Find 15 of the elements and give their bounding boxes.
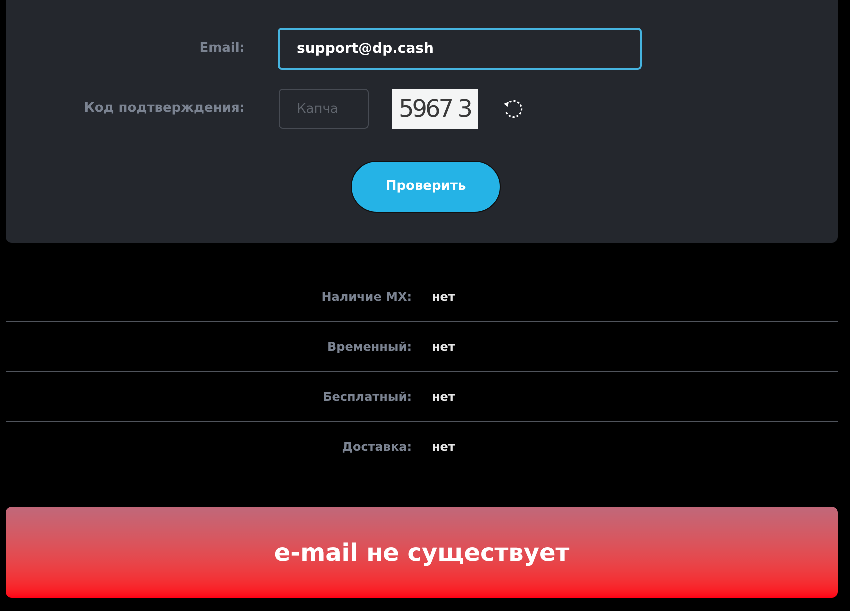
- result-label: Бесплатный:: [322, 388, 412, 406]
- result-value: нет: [432, 388, 456, 406]
- email-field[interactable]: support@dp.cash: [278, 28, 642, 70]
- verdict-banner: e-mail не существует: [6, 507, 838, 598]
- result-value: нет: [432, 338, 456, 356]
- captcha-field[interactable]: Капча: [279, 89, 369, 129]
- result-label: Наличие MX:: [320, 288, 412, 306]
- email-label: Email:: [198, 40, 245, 58]
- result-label: Доставка:: [341, 439, 412, 456]
- result-value: нет: [432, 288, 456, 306]
- refresh-icon[interactable]: [502, 98, 524, 120]
- result-label: Временный:: [326, 338, 412, 356]
- captcha-image: 5967 3: [392, 89, 478, 129]
- captcha-label: Код подтверждения:: [83, 100, 245, 118]
- result-value: нет: [432, 439, 456, 456]
